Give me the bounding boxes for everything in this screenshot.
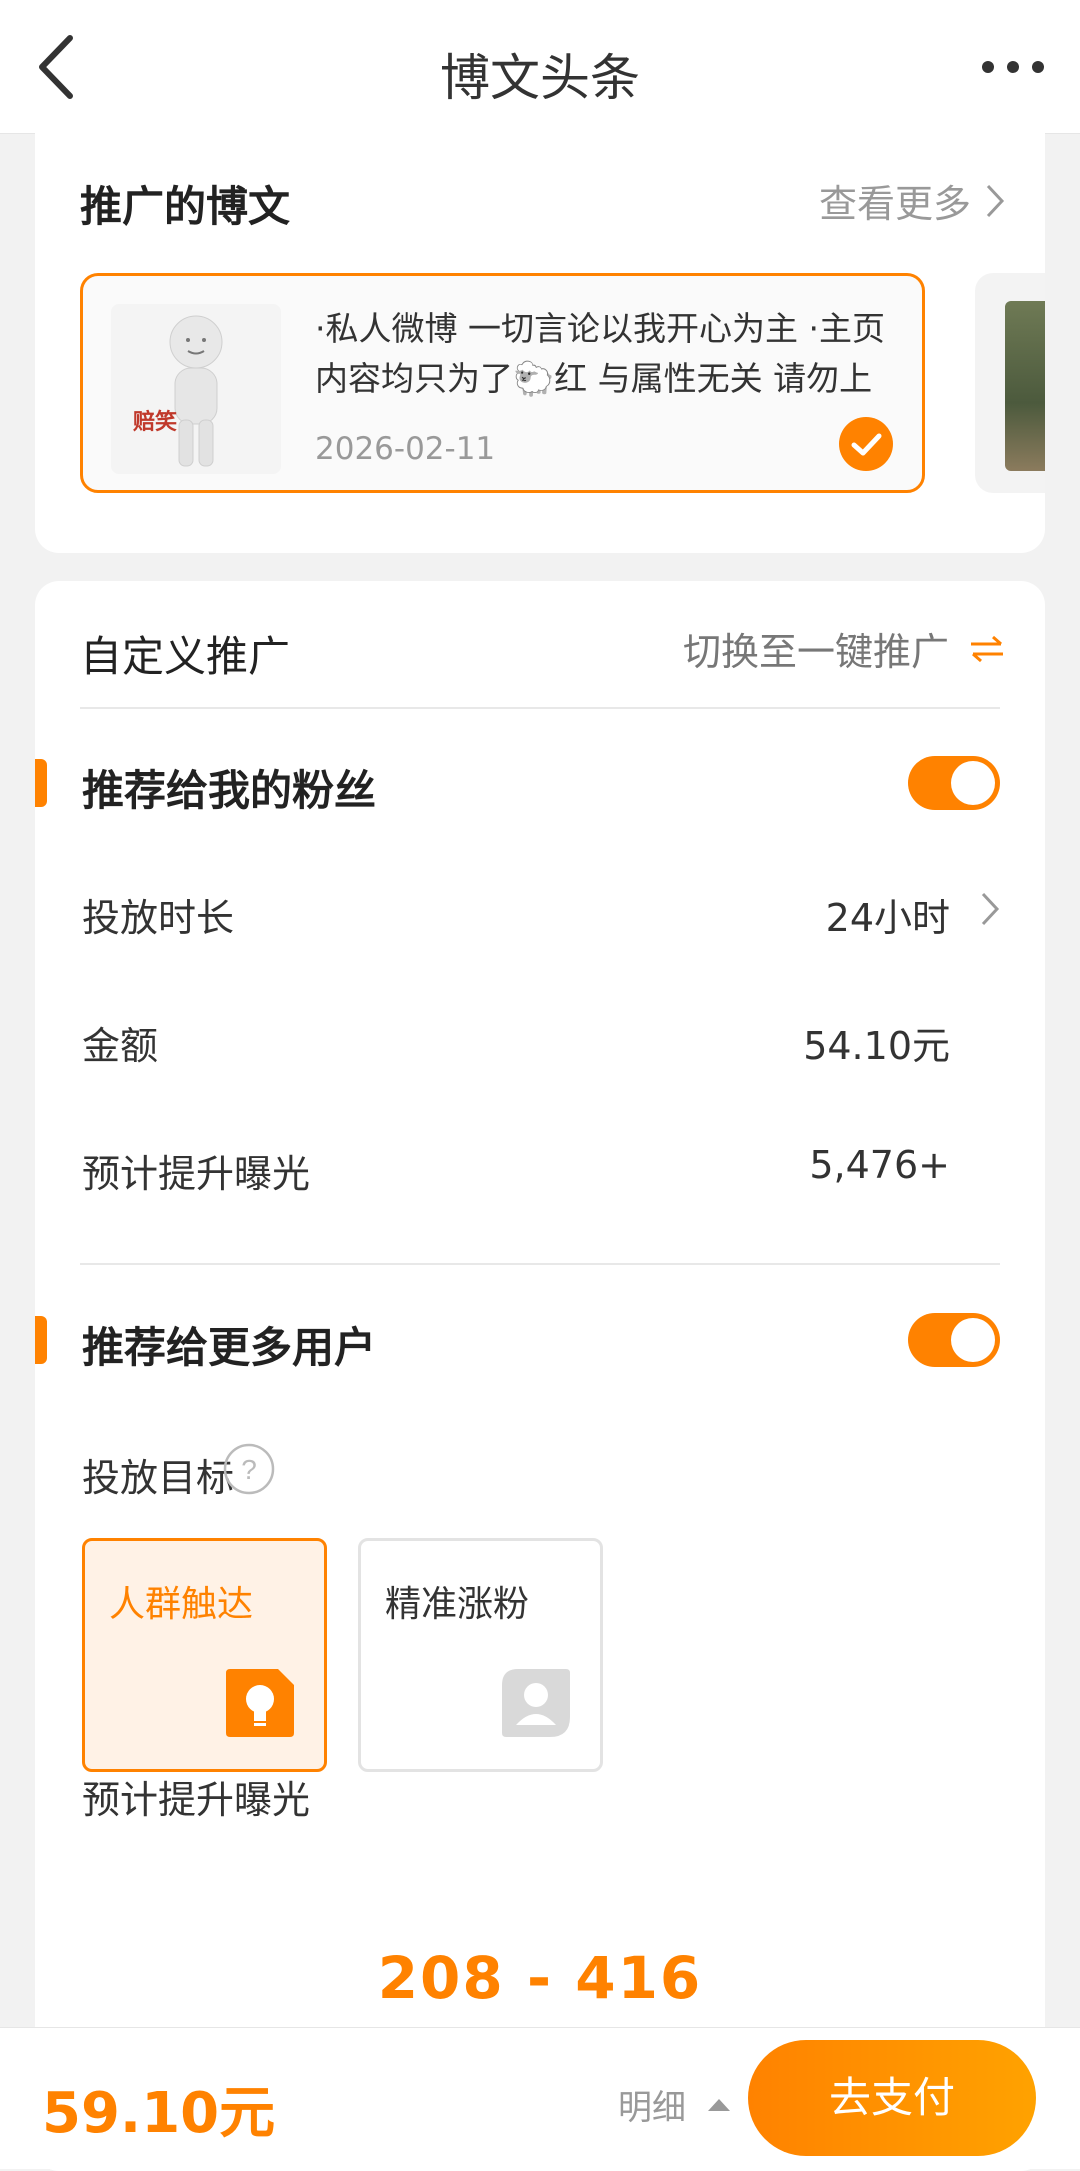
- user-plus-icon: [502, 1669, 570, 1737]
- lightbulb-icon: [226, 1669, 294, 1737]
- bottom-bar: 59.10元 明细 去支付: [0, 2027, 1080, 2169]
- promoted-posts-card: 推广的博文 查看更多 赔笑 ·私人微博 一切言论以我开心为主 ·主页内容均只为了…: [35, 133, 1045, 553]
- help-icon[interactable]: ?: [223, 1443, 275, 1495]
- more-users-toggle[interactable]: [908, 1313, 1000, 1367]
- swap-arrows-icon: [971, 635, 1003, 662]
- caret-up-icon: [708, 2098, 730, 2111]
- goal-option-reach[interactable]: 人群触达: [82, 1538, 327, 1772]
- amount-value: 54.10元: [803, 1024, 950, 1068]
- detail-toggle[interactable]: 明细: [618, 2080, 730, 2129]
- next-post-item[interactable]: [975, 273, 1045, 493]
- check-icon: [839, 417, 893, 471]
- switch-label: 切换至一键推广: [682, 630, 949, 674]
- section-marker: [35, 759, 47, 807]
- fans-toggle[interactable]: [908, 756, 1000, 810]
- promoted-posts-title: 推广的博文: [80, 182, 291, 231]
- svg-text:?: ?: [241, 1454, 257, 1485]
- toggle-knob: [951, 761, 995, 805]
- more-dots-icon[interactable]: [980, 52, 1046, 82]
- divider: [80, 1263, 1000, 1265]
- goal-option-label: 人群触达: [109, 1584, 254, 1625]
- goal-label: 投放目标: [82, 1456, 235, 1500]
- section-marker: [35, 1316, 47, 1364]
- post-text: ·私人微博 一切言论以我开心为主 ·主页内容均只为了🐑红 与属性无关 请勿上升h…: [315, 309, 885, 398]
- thumbnail-caption: 赔笑: [133, 410, 178, 435]
- top-bar: 博文头条: [0, 0, 1080, 134]
- chevron-right-icon[interactable]: [980, 891, 1000, 927]
- detail-label: 明细: [618, 2088, 686, 2128]
- goal-option-label: 精准涨粉: [385, 1584, 530, 1625]
- duration-value[interactable]: 24小时: [826, 887, 950, 942]
- switch-one-click-link[interactable]: 切换至一键推广: [683, 621, 1005, 676]
- goal-option-fans[interactable]: 精准涨粉: [358, 1538, 603, 1772]
- fans-section-title: 推荐给我的粉丝: [82, 766, 377, 815]
- total-price: 59.10元: [42, 2081, 276, 2146]
- post-thumbnail: 赔笑: [111, 304, 281, 474]
- toggle-knob: [951, 1318, 995, 1362]
- pay-button[interactable]: 去支付: [748, 2040, 1036, 2156]
- exposure-range: 208 - 416: [377, 1944, 703, 2012]
- amount-label: 金额: [82, 1024, 159, 1068]
- custom-promotion-title: 自定义推广: [80, 632, 291, 681]
- view-more-label: 查看更多: [818, 182, 971, 226]
- more-users-section-title: 推荐给更多用户: [82, 1323, 377, 1372]
- chevron-right-icon: [986, 184, 1005, 217]
- exposure-label: 预计提升曝光: [82, 1152, 311, 1196]
- custom-promotion-card: 自定义推广 切换至一键推广 推荐给我的粉丝 投放时长 24小时 金额 54.10…: [35, 581, 1045, 2171]
- estimated-exposure-label: 预计提升曝光: [82, 1778, 311, 1822]
- post-date: 2026-02-11: [315, 431, 496, 467]
- divider: [80, 707, 1000, 709]
- view-more-link[interactable]: 查看更多: [819, 173, 1005, 228]
- page-title: 博文头条: [440, 49, 640, 107]
- figure-image: [169, 315, 223, 467]
- promoted-post-item[interactable]: 赔笑 ·私人微博 一切言论以我开心为主 ·主页内容均只为了🐑红 与属性无关 请勿…: [80, 273, 925, 493]
- next-post-thumbnail: [1005, 301, 1045, 471]
- duration-label: 投放时长: [82, 896, 235, 940]
- exposure-value: 5,476+: [809, 1143, 950, 1187]
